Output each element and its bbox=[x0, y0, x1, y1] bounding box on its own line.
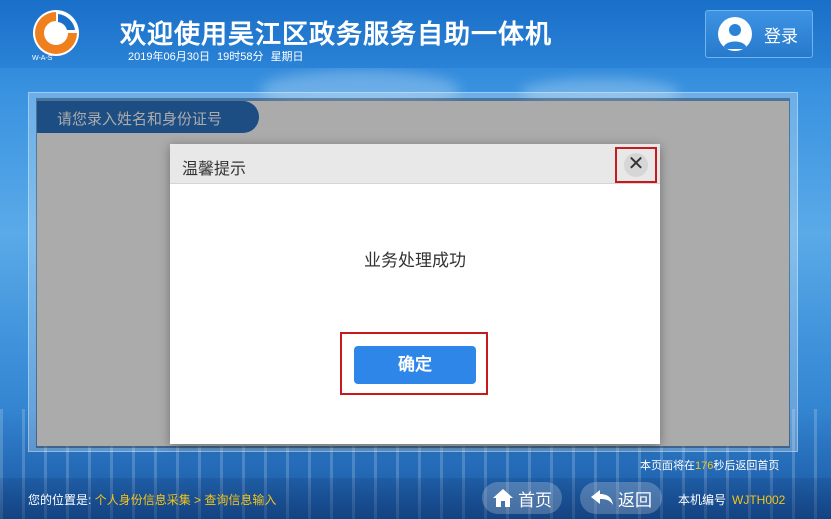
header-bar: W-A-S 欢迎使用吴江区政务服务自助一体机 2019年06月30日 19时58… bbox=[0, 0, 831, 68]
dialog-message: 业务处理成功 bbox=[364, 251, 466, 270]
home-icon bbox=[493, 489, 513, 507]
machine-id: 本机编号 WJTH002 bbox=[678, 491, 785, 508]
dialog-title: 温馨提示 bbox=[182, 161, 247, 178]
home-button[interactable]: 首页 bbox=[482, 482, 562, 514]
dialog-close-button[interactable]: ✕ bbox=[615, 147, 657, 183]
weekday-text: 星期日 bbox=[270, 51, 304, 63]
date-text: 2019年06月30日 bbox=[128, 51, 210, 63]
dialog-header: 温馨提示 ✕ bbox=[170, 144, 660, 184]
user-avatar-icon bbox=[718, 17, 752, 51]
countdown-prefix: 本页面将在 bbox=[640, 460, 695, 472]
location-path[interactable]: 个人身份信息采集 > 查询信息输入 bbox=[95, 493, 277, 507]
home-label: 首页 bbox=[518, 490, 552, 510]
countdown-suffix: 秒后返回首页 bbox=[713, 460, 780, 472]
login-button[interactable]: 登录 bbox=[705, 10, 813, 58]
time-text: 19时58分 bbox=[217, 51, 264, 63]
tip-dialog: 温馨提示 ✕ 业务处理成功 确定 bbox=[170, 144, 660, 444]
machine-code: WJTH002 bbox=[732, 493, 786, 507]
close-icon: ✕ bbox=[624, 153, 648, 177]
countdown-seconds: 176 bbox=[695, 460, 714, 472]
page-title: 欢迎使用吴江区政务服务自助一体机 bbox=[120, 19, 553, 49]
back-label: 返回 bbox=[618, 490, 652, 510]
confirm-button[interactable]: 确定 bbox=[354, 346, 476, 384]
back-button[interactable]: 返回 bbox=[580, 482, 662, 514]
datetime: 2019年06月30日 19时58分 星期日 bbox=[128, 48, 304, 64]
login-label: 登录 bbox=[764, 26, 798, 46]
location-label: 您的位置是: bbox=[28, 493, 92, 507]
countdown-text: 本页面将在176秒后返回首页 bbox=[640, 457, 779, 473]
logo-text: W-A-S bbox=[32, 55, 53, 62]
back-arrow-icon bbox=[591, 490, 613, 505]
confirm-highlight: 确定 bbox=[340, 332, 488, 395]
machine-label: 本机编号 bbox=[678, 493, 727, 507]
breadcrumb: 您的位置是: 个人身份信息采集 > 查询信息输入 bbox=[28, 491, 276, 508]
